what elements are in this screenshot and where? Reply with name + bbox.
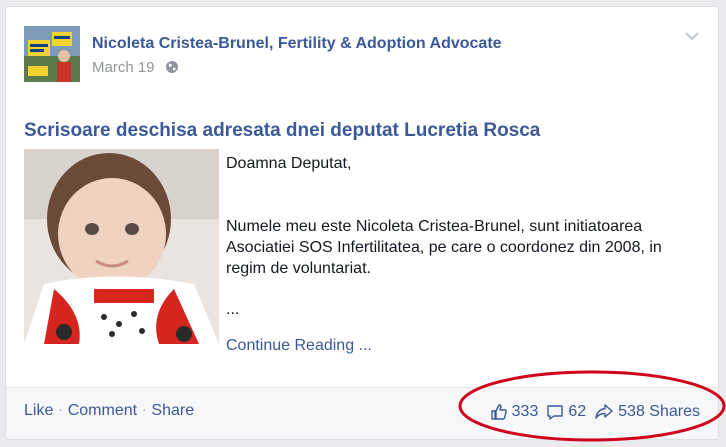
continue-reading-link[interactable]: Continue Reading ... <box>226 337 372 355</box>
post-stats: 333 62 538 Shares <box>490 403 700 421</box>
avatar[interactable] <box>24 26 80 82</box>
globe-icon[interactable] <box>165 60 179 78</box>
post-meta: March 19 <box>92 59 179 78</box>
post-author[interactable]: Nicoleta Cristea-Brunel, Fertility & Ado… <box>92 35 502 53</box>
share-count[interactable]: 538 Shares <box>618 403 700 421</box>
comment-link[interactable]: Comment <box>68 402 137 419</box>
chevron-down-icon[interactable] <box>684 29 700 47</box>
article-photo[interactable] <box>24 149 219 344</box>
separator: · <box>142 402 147 417</box>
post-actions: Like · Comment · Share <box>24 402 194 420</box>
thumbs-up-icon[interactable] <box>490 403 508 421</box>
article-greeting: Doamna Deputat, <box>226 155 352 172</box>
like-count[interactable]: 333 <box>512 403 539 421</box>
like-link[interactable]: Like <box>24 402 53 419</box>
post-date[interactable]: March 19 <box>92 59 155 76</box>
separator: · <box>58 402 63 417</box>
comment-count[interactable]: 62 <box>568 403 586 421</box>
article-paragraph: Numele meu este Nicoleta Cristea-Brunel,… <box>226 218 662 277</box>
article-title[interactable]: Scrisoare deschisa adresata dnei deputat… <box>24 120 540 142</box>
post-card: Nicoleta Cristea-Brunel, Fertility & Ado… <box>5 6 719 440</box>
article-ellipsis: ... <box>226 301 240 318</box>
share-link[interactable]: Share <box>151 402 194 419</box>
share-arrow-icon[interactable] <box>594 403 614 421</box>
article-excerpt: Doamna Deputat, Numele meu este Nicoleta… <box>226 153 696 320</box>
comment-icon[interactable] <box>546 403 564 421</box>
